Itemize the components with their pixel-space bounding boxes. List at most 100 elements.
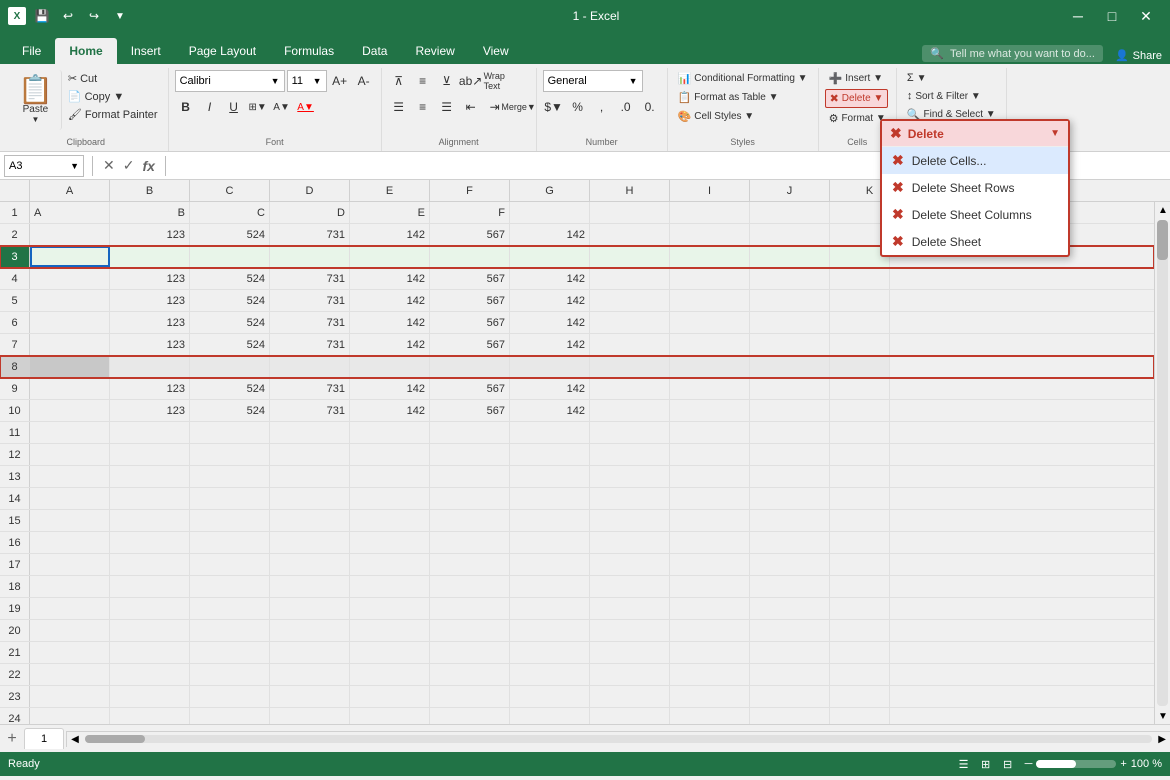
row-num-14[interactable]: 14 (0, 488, 30, 509)
cell-C2[interactable]: 524 (190, 224, 270, 245)
cell-I11[interactable] (670, 422, 750, 443)
cell-G3[interactable] (510, 246, 590, 267)
cell-F10[interactable]: 567 (430, 400, 510, 421)
cell-C10[interactable]: 524 (190, 400, 270, 421)
row-num-23[interactable]: 23 (0, 686, 30, 707)
add-sheet-button[interactable]: + (0, 727, 24, 751)
cell-C6[interactable]: 524 (190, 312, 270, 333)
cell-J5[interactable] (750, 290, 830, 311)
row-num-13[interactable]: 13 (0, 466, 30, 487)
cell-C7[interactable]: 524 (190, 334, 270, 355)
align-top-button[interactable]: ⊼ (388, 70, 410, 92)
col-header-E[interactable]: E (350, 180, 430, 201)
cell-G10[interactable]: 142 (510, 400, 590, 421)
tab-file[interactable]: File (8, 38, 55, 64)
sheet-tab-1[interactable]: 1 (24, 728, 64, 749)
tab-home[interactable]: Home (55, 38, 116, 64)
cell-K5[interactable] (830, 290, 890, 311)
zoom-in-button[interactable]: + (1120, 758, 1126, 770)
cancel-formula-button[interactable]: ✕ (101, 155, 117, 176)
cell-H8[interactable] (590, 356, 670, 377)
cell-E2[interactable]: 142 (350, 224, 430, 245)
cell-styles-button[interactable]: 🎨 Cell Styles ▼ (674, 108, 759, 125)
cell-G11[interactable] (510, 422, 590, 443)
tab-review[interactable]: Review (401, 38, 468, 64)
cell-K7[interactable] (830, 334, 890, 355)
undo-button[interactable]: ↩ (58, 6, 78, 26)
cell-H7[interactable] (590, 334, 670, 355)
cell-A3[interactable] (30, 246, 110, 267)
quick-access-more[interactable]: ▼ (110, 6, 130, 26)
close-button[interactable]: ✕ (1130, 0, 1162, 32)
cell-K8[interactable] (830, 356, 890, 377)
fill-color-button[interactable]: A▼ (271, 96, 293, 118)
cell-G9[interactable]: 142 (510, 378, 590, 399)
cell-E8[interactable] (350, 356, 430, 377)
scroll-left-button[interactable]: ◀ (67, 734, 83, 745)
copy-button[interactable]: 📄 Copy ▼ (64, 88, 162, 105)
cell-F8[interactable] (430, 356, 510, 377)
orientation-button[interactable]: ab↗ (460, 70, 482, 92)
paste-button[interactable]: 📋 Paste ▼ (10, 70, 62, 130)
align-middle-button[interactable]: ≡ (412, 70, 434, 92)
scroll-up-button[interactable]: ▲ (1155, 202, 1170, 218)
cell-B4[interactable]: 123 (110, 268, 190, 289)
tab-page-layout[interactable]: Page Layout (175, 38, 270, 64)
cell-F2[interactable]: 567 (430, 224, 510, 245)
cell-reference-box[interactable]: A3 ▼ (4, 155, 84, 177)
grid-scroll-area[interactable]: 1 A B C D E F 2 123 524 731 142 (0, 202, 1154, 724)
cell-I5[interactable] (670, 290, 750, 311)
cell-C3[interactable] (190, 246, 270, 267)
increase-font-size-button[interactable]: A+ (329, 70, 351, 92)
cell-J2[interactable] (750, 224, 830, 245)
cell-D5[interactable]: 731 (270, 290, 350, 311)
cell-J1[interactable] (750, 202, 830, 223)
cell-F11[interactable] (430, 422, 510, 443)
autosum-button[interactable]: Σ ▼ (903, 70, 931, 86)
cell-F9[interactable]: 567 (430, 378, 510, 399)
tab-insert[interactable]: Insert (117, 38, 175, 64)
cell-A11[interactable] (30, 422, 110, 443)
cell-D11[interactable] (270, 422, 350, 443)
cell-G1[interactable] (510, 202, 590, 223)
page-layout-view-button[interactable]: ⊞ (977, 755, 995, 773)
cell-H10[interactable] (590, 400, 670, 421)
cell-H3[interactable] (590, 246, 670, 267)
cell-D7[interactable]: 731 (270, 334, 350, 355)
font-size-dropdown[interactable]: 11 ▼ (287, 70, 327, 92)
cell-D4[interactable]: 731 (270, 268, 350, 289)
bold-button[interactable]: B (175, 96, 197, 118)
cell-I7[interactable] (670, 334, 750, 355)
cell-H6[interactable] (590, 312, 670, 333)
cell-E10[interactable]: 142 (350, 400, 430, 421)
number-format-dropdown[interactable]: General ▼ (543, 70, 643, 92)
col-header-J[interactable]: J (750, 180, 830, 201)
cell-A1[interactable]: A (30, 202, 110, 223)
h-scroll-thumb[interactable] (85, 735, 145, 743)
currency-button[interactable]: $▼ (543, 96, 565, 118)
cell-A7[interactable] (30, 334, 110, 355)
cell-C11[interactable] (190, 422, 270, 443)
row-num-1[interactable]: 1 (0, 202, 30, 223)
align-right-button[interactable]: ☰ (436, 96, 458, 118)
cell-G7[interactable]: 142 (510, 334, 590, 355)
comma-button[interactable]: , (591, 96, 613, 118)
wrap-text-button[interactable]: Wrap Text (484, 70, 506, 92)
col-header-D[interactable]: D (270, 180, 350, 201)
cell-B10[interactable]: 123 (110, 400, 190, 421)
cell-H9[interactable] (590, 378, 670, 399)
cell-A8[interactable] (30, 356, 110, 377)
cell-I10[interactable] (670, 400, 750, 421)
cell-E4[interactable]: 142 (350, 268, 430, 289)
scroll-thumb[interactable] (1157, 220, 1168, 260)
font-family-dropdown[interactable]: Calibri ▼ (175, 70, 285, 92)
delete-button[interactable]: ✖ Delete ▼ (825, 89, 889, 108)
cell-B11[interactable] (110, 422, 190, 443)
sort-filter-button[interactable]: ↕ Sort & Filter ▼ (903, 88, 985, 104)
maximize-button[interactable]: □ (1096, 0, 1128, 32)
cell-I3[interactable] (670, 246, 750, 267)
tab-formulas[interactable]: Formulas (270, 38, 348, 64)
row-num-16[interactable]: 16 (0, 532, 30, 553)
cell-H11[interactable] (590, 422, 670, 443)
row-num-21[interactable]: 21 (0, 642, 30, 663)
